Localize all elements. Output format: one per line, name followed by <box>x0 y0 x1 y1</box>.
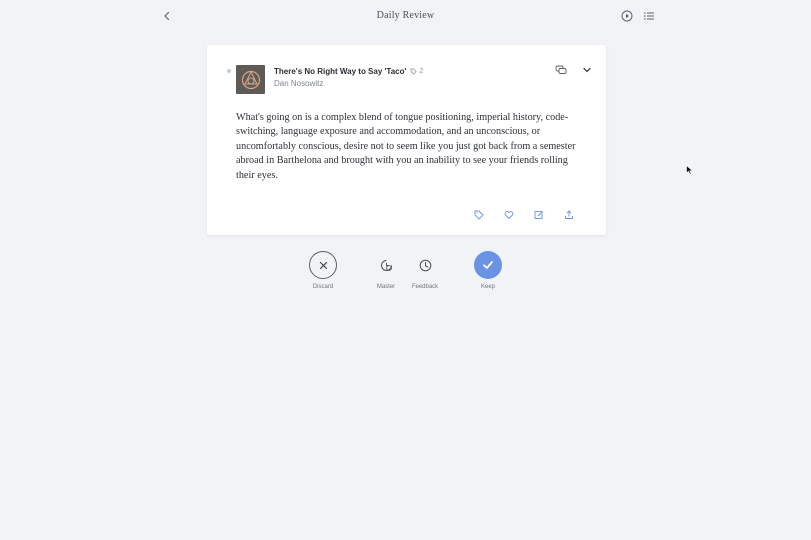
page-title: Daily Review <box>376 10 435 21</box>
play-circle-icon <box>621 10 633 22</box>
share-icon <box>565 210 573 219</box>
clock-icon <box>419 259 431 271</box>
master-icon <box>380 259 392 271</box>
top-right-controls <box>619 8 657 24</box>
favorite-button[interactable] <box>503 209 515 221</box>
tag-button[interactable] <box>473 209 485 221</box>
play-button[interactable] <box>619 8 635 24</box>
mouse-cursor-icon <box>686 165 694 175</box>
chat-bubbles-icon <box>555 65 567 74</box>
list-icon <box>644 12 654 20</box>
highlight-card: There's No Right Way to Say 'Taco' 2 Dan… <box>207 45 606 235</box>
tag-icon <box>474 210 484 220</box>
close-icon <box>319 261 327 269</box>
notes-button[interactable] <box>553 62 569 78</box>
keep-label: Keep <box>480 284 495 290</box>
discard-circle <box>309 251 337 279</box>
feedback-icon-wrap <box>411 251 439 279</box>
review-actions: Discard Master Feedback Keep <box>0 251 811 301</box>
book-cover-logo <box>241 70 260 89</box>
master-icon-wrap <box>372 251 400 279</box>
feedback-label: Feedback <box>411 284 439 290</box>
book-thumbnail[interactable] <box>236 65 265 94</box>
tag-count-value: 2 <box>419 68 424 75</box>
master-label: Master <box>376 284 396 290</box>
top-bar: Daily Review <box>0 0 811 32</box>
discard-button[interactable]: Discard <box>309 251 337 290</box>
edit-icon <box>534 211 543 219</box>
feedback-button[interactable]: Feedback <box>411 251 439 290</box>
expand-button[interactable] <box>579 62 595 78</box>
highlight-text: What's going on is a complex blend of to… <box>236 112 576 181</box>
tag-count-badge[interactable]: 2 <box>410 68 423 75</box>
tag-icon <box>410 68 418 75</box>
card-top-controls <box>553 62 595 78</box>
edit-button[interactable] <box>533 209 545 221</box>
title-line: There's No Right Way to Say 'Taco' 2 <box>274 67 423 76</box>
master-button[interactable]: Master <box>372 251 400 290</box>
list-button[interactable] <box>641 8 657 24</box>
keep-circle <box>474 251 502 279</box>
card-actions <box>473 209 575 221</box>
share-button[interactable] <box>563 209 575 221</box>
status-dot <box>227 69 231 73</box>
checkmark-icon <box>483 261 493 269</box>
keep-button[interactable]: Keep <box>474 251 502 290</box>
author: Dan Nosowitz <box>274 79 324 88</box>
discard-label: Discard <box>312 284 334 290</box>
heart-icon <box>504 211 514 220</box>
book-title[interactable]: There's No Right Way to Say 'Taco' <box>274 67 406 76</box>
chevron-down-icon <box>583 67 591 73</box>
